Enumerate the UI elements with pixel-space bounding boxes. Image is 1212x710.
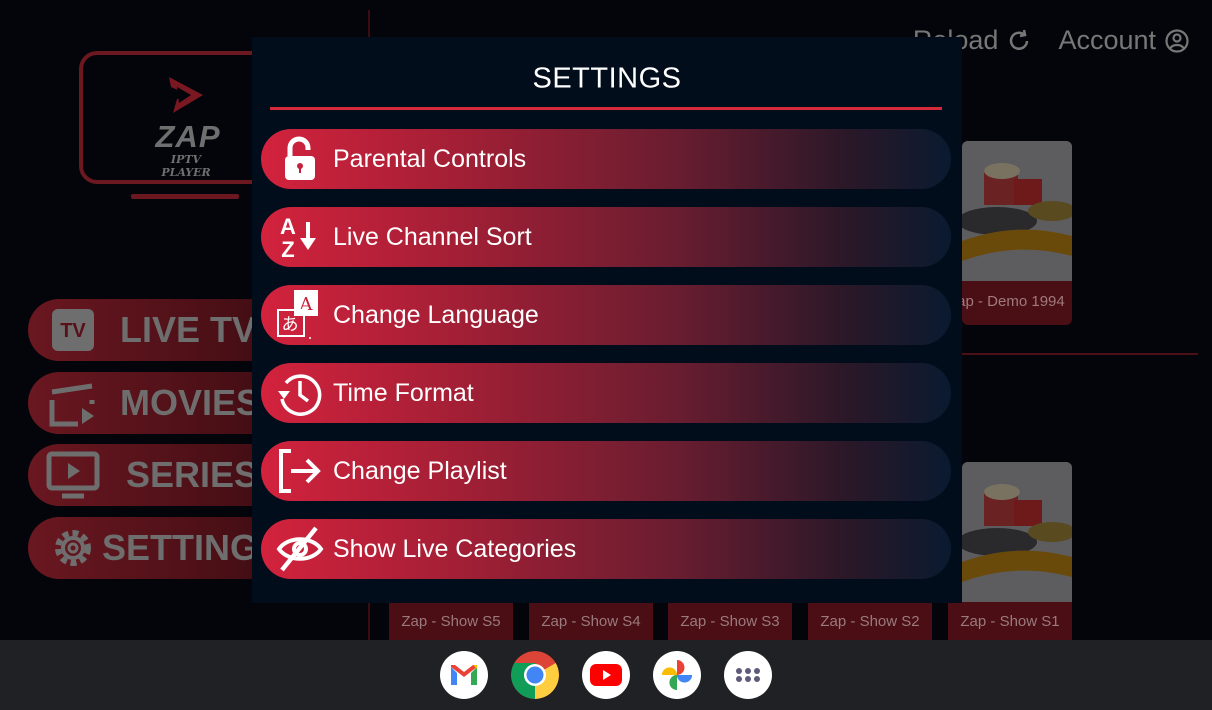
svg-text:Z: Z	[281, 237, 294, 260]
logo-stand	[131, 194, 239, 199]
chrome-icon	[511, 651, 559, 699]
youtube-icon	[590, 664, 622, 686]
account-circle-icon	[1165, 28, 1189, 53]
monitor-play-icon	[46, 448, 100, 502]
refresh-icon	[1010, 29, 1029, 50]
nav-label: SERIES	[126, 454, 259, 495]
chrome-app[interactable]	[511, 651, 559, 699]
logout-arrow-icon	[275, 446, 325, 496]
menu-item-label: Show Live Categories	[333, 534, 577, 563]
history-clock-icon	[275, 368, 325, 418]
svg-text:あ: あ	[282, 315, 299, 335]
title-underline	[270, 107, 942, 110]
menu-item-live-channel-sort[interactable]: AZ Live Channel Sort	[261, 207, 951, 267]
poster-image	[962, 141, 1072, 281]
gmail-icon	[451, 665, 477, 685]
svg-text:A: A	[280, 214, 296, 239]
logo-title: ZAP	[155, 119, 221, 154]
play-logo-icon	[169, 77, 203, 113]
menu-item-time-format[interactable]: Time Format	[261, 363, 951, 423]
app-launcher[interactable]	[724, 651, 772, 699]
youtube-app[interactable]	[582, 651, 630, 699]
gmail-app[interactable]	[440, 651, 488, 699]
show-chip[interactable]: Zap - Show S1	[948, 603, 1072, 640]
content-tile[interactable]: Zap - Demo 1994	[962, 141, 1072, 325]
menu-item-show-live-categories[interactable]: Show Live Categories	[261, 519, 951, 579]
menu-item-change-playlist[interactable]: Change Playlist	[261, 441, 951, 501]
show-chip[interactable]: Zap - Show S5	[389, 603, 513, 640]
poster-image	[962, 462, 1072, 602]
svg-text:TV: TV	[60, 320, 86, 342]
menu-item-label: Change Language	[333, 300, 539, 329]
photos-icon	[662, 660, 692, 690]
menu-item-change-language[interactable]: Aあ Change Language	[261, 285, 951, 345]
dialog-title: SETTINGS	[532, 62, 682, 95]
logo-subtitle: IPTV PLAYER	[161, 153, 211, 179]
show-chip[interactable]: Zap - Show S3	[668, 603, 792, 640]
nav-label: MOVIES	[120, 382, 261, 423]
tile-caption: Zap - Demo 1994	[962, 293, 1065, 310]
menu-item-parental-controls[interactable]: Parental Controls	[261, 129, 951, 189]
menu-item-label: Time Format	[333, 378, 474, 407]
account-label: Account	[1058, 25, 1156, 55]
menu-item-label: Live Channel Sort	[333, 222, 532, 251]
show-chip[interactable]: Zap - Show S4	[529, 603, 653, 640]
translate-icon: Aあ	[275, 290, 325, 340]
grid-dots-icon	[736, 668, 760, 682]
tv-icon: TV	[46, 303, 100, 357]
show-chip[interactable]: Zap - Show S2	[808, 603, 932, 640]
section-divider	[940, 353, 1198, 355]
gear-icon	[46, 521, 100, 575]
menu-item-label: Parental Controls	[333, 144, 527, 173]
settings-dialog: SETTINGS Parental Controls AZ Live Chann…	[252, 37, 962, 603]
unlock-icon	[275, 134, 325, 184]
screen: ZAP IPTV PLAYER TV LIVE TV MOVIES SERIES	[0, 0, 1212, 710]
clapperboard-icon	[46, 376, 100, 430]
photos-app[interactable]	[653, 651, 701, 699]
account-button[interactable]: Account	[1058, 25, 1190, 56]
taskbar	[0, 640, 1212, 710]
eye-off-icon	[275, 524, 325, 574]
nav-label: LIVE TV	[120, 309, 257, 350]
svg-text:A: A	[299, 294, 314, 315]
sort-az-icon: AZ	[275, 212, 325, 262]
menu-item-label: Change Playlist	[333, 456, 507, 485]
